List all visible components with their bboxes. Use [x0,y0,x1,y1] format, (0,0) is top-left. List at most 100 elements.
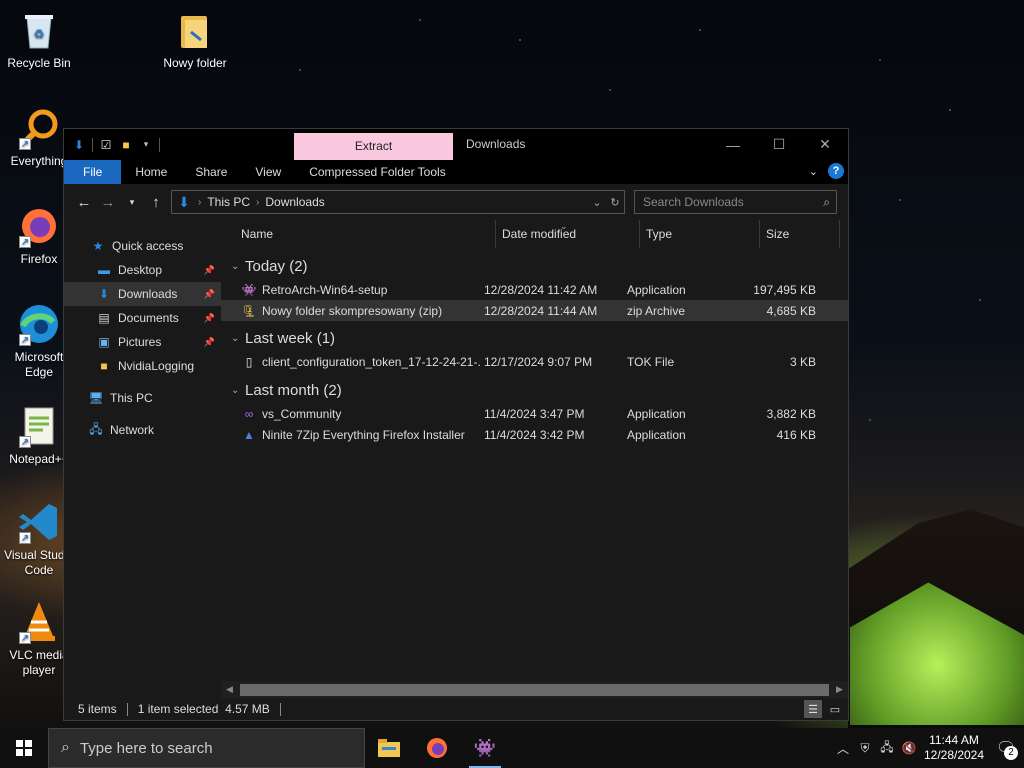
shortcut-arrow-icon: ↗ [19,236,31,248]
nav-label: Documents [118,311,179,325]
tab-compressed-folder-tools[interactable]: Compressed Folder Tools [295,160,460,184]
nav-item-pictures[interactable]: ▣ Pictures 📌 [64,330,221,354]
back-arrow-icon[interactable]: ← [72,190,96,214]
desktop-icon: ▬ [98,263,110,277]
clock[interactable]: 11:44 AM 12/28/2024 [920,733,988,763]
tab-file[interactable]: File [64,160,122,184]
download-arrow-icon: ⬇ [98,287,110,301]
pictures-icon: ▣ [98,335,110,349]
column-header-date-modified[interactable]: ⌄ Date modified [496,220,640,248]
taskbar-file-explorer[interactable] [365,728,413,768]
file-type: TOK File [627,354,675,369]
vscode-icon: ↗ [17,500,61,544]
file-row[interactable]: 👾 RetroArch-Win64-setup 12/28/2024 11:42… [221,279,848,300]
nav-item-desktop[interactable]: ▬ Desktop 📌 [64,258,221,282]
everything-search-icon: ↗ [17,106,61,150]
horizontal-scrollbar[interactable]: ◀ ▶ [221,681,848,698]
desktop-icon-label: Nowy folder [163,56,227,70]
defender-icon[interactable]: ⛨ [854,741,876,756]
expand-ribbon-chevron-icon[interactable]: ⌄ [809,165,818,178]
file-date: 11/4/2024 3:47 PM [484,406,585,421]
file-row[interactable]: ▯ client_configuration_token_17-12-24-21… [221,351,848,372]
address-bar[interactable]: ⬇ › This PC › Downloads ⌄ ↻ [171,190,625,214]
svg-text:♻: ♻ [34,27,45,41]
selection-info: 1 item selected 4.57 MB [137,702,270,716]
breadcrumb-downloads[interactable]: Downloads [261,195,328,209]
shortcut-arrow-icon: ↗ [19,632,31,644]
nav-label: Pictures [118,335,162,349]
shortcut-arrow-icon: ↗ [19,532,31,544]
action-center-button[interactable]: 🗨 2 [988,728,1024,768]
firefox-icon: ↗ [17,204,61,248]
notepadpp-icon: ↗ [17,404,61,448]
details-view-icon[interactable]: ☰ [804,700,822,718]
shortcut-arrow-icon: ↗ [19,436,31,448]
tab-share[interactable]: Share [181,160,241,184]
navigation-pane: ★ Quick access ▬ Desktop 📌 ⬇ Downloads 📌… [64,220,221,698]
nav-item-documents[interactable]: ▤ Documents 📌 [64,306,221,330]
chevron-down-icon: ⌄ [231,261,240,272]
close-button[interactable]: ✕ [802,129,848,160]
folder-icon [173,8,217,52]
up-arrow-icon[interactable]: ↑ [144,190,168,214]
nav-network[interactable]: 🖧 Network [64,418,221,442]
taskbar-firefox[interactable] [413,728,461,768]
divider [92,137,93,152]
nav-item-downloads[interactable]: ⬇ Downloads 📌 [64,282,221,306]
item-count: 5 items [78,702,117,716]
shortcut-arrow-icon: ↗ [19,334,31,346]
chevron-up-icon[interactable]: ︿ [832,740,854,757]
status-bar: 5 items 1 item selected 4.57 MB ☰ ▭ [64,698,848,720]
scroll-left-icon[interactable]: ◀ [221,684,238,695]
scroll-right-icon[interactable]: ▶ [831,684,848,695]
file-size: 3,882 KB [766,406,816,421]
breadcrumb-this-pc[interactable]: This PC [203,195,254,209]
tab-view[interactable]: View [241,160,295,184]
volume-muted-icon[interactable]: 🔇 [898,741,920,755]
chevron-down-icon[interactable]: ▾ [139,137,153,153]
shortcut-arrow-icon: ↗ [19,138,31,150]
column-header-size[interactable]: Size [760,220,840,248]
properties-icon[interactable]: ☑ [99,137,113,153]
start-button[interactable] [0,728,48,768]
desktop-icon-recycle-bin[interactable]: ♻ Recycle Bin [0,8,78,71]
large-icons-view-icon[interactable]: ▭ [826,700,844,718]
extract-context-tab[interactable]: Extract [294,133,453,160]
pin-icon: 📌 [203,264,215,275]
column-header-type[interactable]: Type [640,220,760,248]
column-header-name[interactable]: Name [221,220,496,248]
file-row[interactable]: ∞ vs_Community 11/4/2024 3:47 PM Applica… [221,403,848,424]
file-row[interactable]: 🗜 Nowy folder skompresowany (zip) 12/28/… [221,300,848,321]
title-bar[interactable]: ⬇ ☑ ■ ▾ Extract Downloads — ☐ ✕ [64,129,848,160]
nav-item-nvidialogging[interactable]: ■ NvidiaLogging [64,354,221,378]
nav-this-pc[interactable]: 🖥 This PC [64,386,221,410]
navigation-bar: ← → ▾ ↑ ⬇ › This PC › Downloads ⌄ ↻ Sear… [64,184,848,220]
window-title: Downloads [466,137,526,151]
new-folder-icon[interactable]: ■ [119,137,133,153]
maximize-button[interactable]: ☐ [756,129,802,160]
group-header-last-month[interactable]: ⌄ Last month (2) [221,378,848,403]
forward-arrow-icon[interactable]: → [96,190,120,214]
group-header-last-week[interactable]: ⌄ Last week (1) [221,326,848,351]
minimize-button[interactable]: — [710,129,756,160]
recent-locations-chevron-icon[interactable]: ▾ [120,190,144,214]
chevron-down-icon[interactable]: ⌄ [588,196,606,209]
divider [159,137,160,152]
chevron-right-icon[interactable]: › [254,197,261,208]
help-icon[interactable]: ? [828,163,844,179]
search-input[interactable]: Search Downloads ⌕ [634,190,837,214]
scroll-thumb[interactable] [240,683,829,696]
file-type: Application [627,427,686,442]
taskbar-retroarch[interactable]: 👾 [461,728,509,768]
file-row[interactable]: ▲ Ninite 7Zip Everything Firefox Install… [221,424,848,445]
taskbar-search-box[interactable]: ⌕ Type here to search [48,728,365,768]
nav-quick-access[interactable]: ★ Quick access [64,234,221,258]
explorer-body: ★ Quick access ▬ Desktop 📌 ⬇ Downloads 📌… [64,220,848,698]
vlc-icon: ↗ [17,600,61,644]
chevron-right-icon[interactable]: › [196,197,203,208]
group-header-today[interactable]: ⌄ Today (2) [221,254,848,279]
refresh-icon[interactable]: ↻ [606,196,624,209]
network-icon[interactable]: 🖧 [876,738,898,759]
desktop-icon-nowy-folder[interactable]: Nowy folder [156,8,234,71]
tab-home[interactable]: Home [121,160,181,184]
